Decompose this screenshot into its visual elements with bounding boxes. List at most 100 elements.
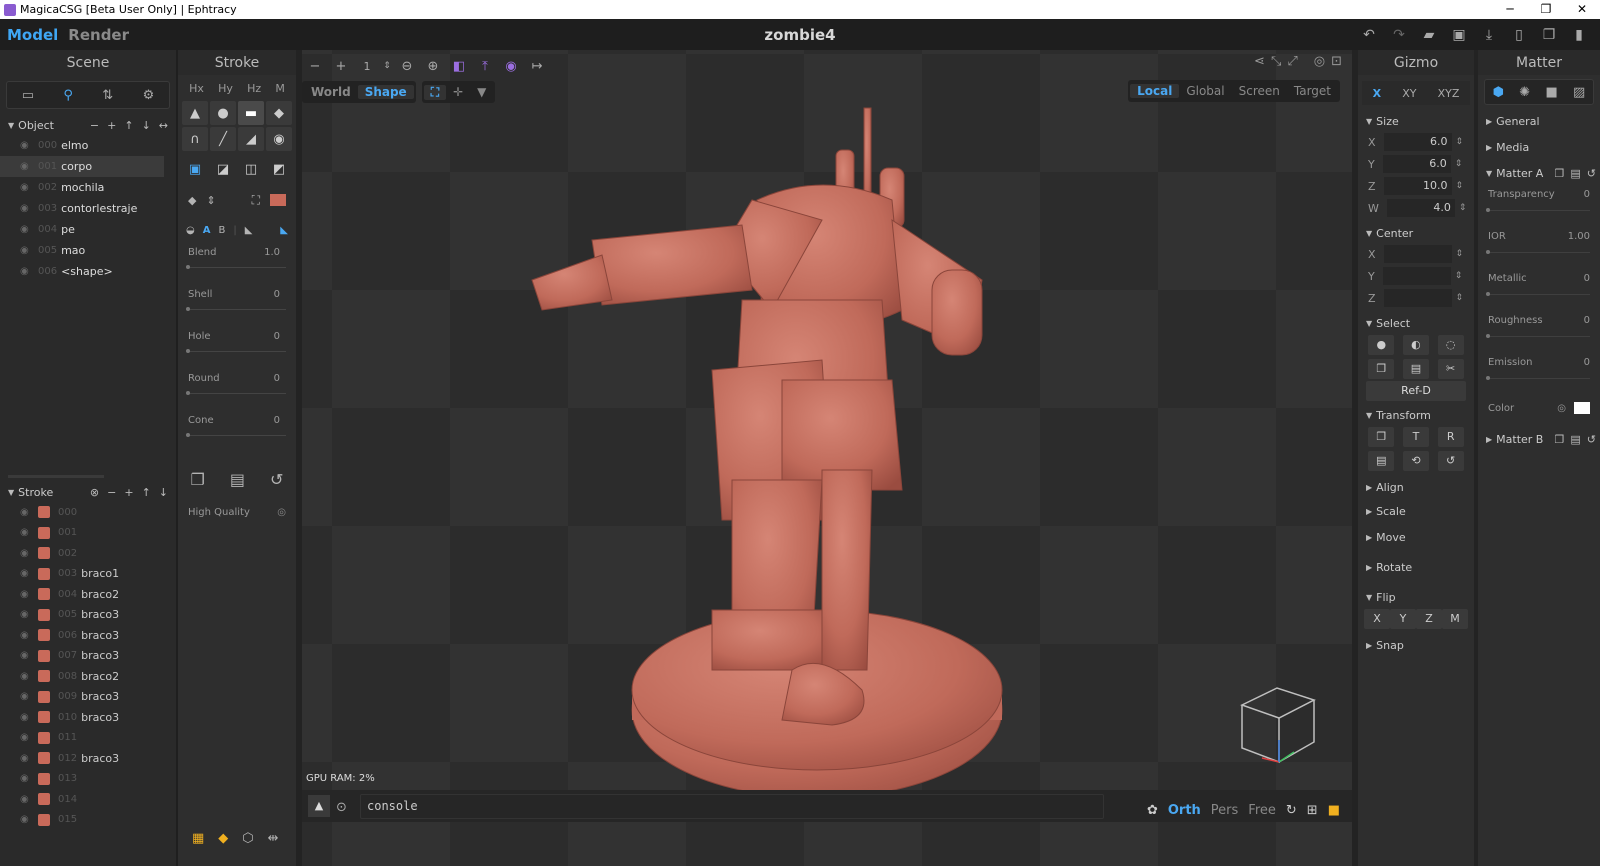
orth-button[interactable]: Orth [1168,803,1201,818]
prop-transparency[interactable]: Transparency 0 [1478,183,1600,225]
mirror-col-hx[interactable]: Hx [189,82,204,95]
copy-icon[interactable]: ❐ [191,470,205,489]
translate-button[interactable]: T [1402,427,1429,447]
stepper-arrows-icon[interactable]: ⇕ [1456,137,1464,147]
size-value-input[interactable]: 6.0 [1383,133,1452,151]
stroke-row[interactable]: ◉ 008 braco2 [0,666,176,687]
zoom-in-icon[interactable]: + [328,59,354,74]
paste-icon[interactable]: ▤ [1570,167,1580,180]
coord-local-button[interactable]: Local [1130,84,1180,98]
scene-scrollbar[interactable] [8,475,104,478]
shrink-icon[interactable]: ⤡ [1271,54,1281,69]
leaf-shape-icon[interactable]: ◢ [238,127,264,151]
eye-icon[interactable]: ◉ [20,527,32,538]
media-section[interactable]: ▶ Media [1478,137,1600,157]
eye-icon[interactable]: ◉ [20,568,32,579]
stroke-row[interactable]: ◉ 011 [0,728,176,749]
intersect-icon[interactable]: ◫ [238,157,264,181]
camera-icon[interactable]: ⊙ [336,800,347,815]
remove-icon[interactable]: − [107,486,116,499]
stepper-arrows-icon[interactable]: ⇕ [1455,271,1463,281]
color-swatch[interactable] [1574,402,1590,414]
box-view-icon[interactable]: ■ [1328,803,1340,818]
align-section[interactable]: ▶ Align [1358,477,1474,497]
copy-icon[interactable]: ❐ [1555,167,1565,180]
eye-icon[interactable]: ◉ [20,794,32,805]
add-icon[interactable]: + [107,119,116,132]
ref-d-button[interactable]: Ref-D [1366,381,1466,401]
size-value-input[interactable]: 6.0 [1382,155,1451,173]
eye-icon[interactable]: ◉ [20,691,32,702]
eye-icon[interactable]: ◉ [20,548,32,559]
transform-section-header[interactable]: ▼ Transform [1358,405,1474,425]
cube-icon[interactable]: ⬡ [242,831,253,846]
slider-blend[interactable]: Blend 1.0 [178,241,296,283]
add-icon[interactable]: + [124,486,133,499]
light-icon[interactable]: ✺ [1519,85,1530,100]
select-section-header[interactable]: ▼ Select [1358,313,1474,333]
stroke-row[interactable]: ◉ 000 [0,502,176,523]
prop-handle[interactable] [1486,376,1490,380]
pers-button[interactable]: Pers [1211,803,1239,818]
prop-handle[interactable] [1486,334,1490,338]
stroke-row[interactable]: ◉ 001 [0,523,176,544]
move-icon[interactable]: ✛ [446,85,470,99]
replace-icon[interactable]: ◩ [266,157,292,181]
delete-icon[interactable]: ▮ [1564,27,1594,43]
reset-icon[interactable]: ↺ [1437,451,1464,471]
tree-icon[interactable]: ⚲ [63,88,73,103]
reset-icon[interactable]: ↺ [1587,433,1596,446]
sort-icon[interactable]: ⇅ [102,88,113,103]
object-row[interactable]: ◉ 003 contorlestraje [0,198,176,219]
size-value-input[interactable]: 10.0 [1383,177,1452,195]
camera-icon[interactable]: ■ [1545,85,1557,100]
slider-cone[interactable]: Cone 0 [178,409,296,451]
blend-drop-icon[interactable]: ◒ [186,225,195,236]
console-input[interactable]: console [360,794,1104,819]
stroke-row[interactable]: ◉ 014 [0,789,176,810]
reset-icon[interactable]: ↺ [270,470,283,489]
eye-icon[interactable]: ◉ [20,671,32,682]
prop-emission[interactable]: Emission 0 [1478,351,1600,393]
prop-roughness[interactable]: Roughness 0 [1478,309,1600,351]
slider-handle[interactable] [186,349,190,353]
select-invert-icon[interactable]: ◐ [1402,335,1429,355]
line-shape-icon[interactable]: ╱ [210,127,236,151]
stroke-row[interactable]: ◉ 004 braco2 [0,584,176,605]
prop-ior[interactable]: IOR 1.00 [1478,225,1600,267]
select-all-icon[interactable]: ● [1368,335,1395,355]
high-quality-toggle[interactable]: ◎ [277,507,286,518]
target-icon[interactable]: ◉ [498,59,524,74]
general-section[interactable]: ▶ General [1478,111,1600,131]
move-section[interactable]: ▶ Move [1358,527,1474,547]
center-section-header[interactable]: ▼ Center [1358,223,1474,243]
stepper-arrows-icon[interactable]: ⇕ [1456,249,1464,259]
layout-icon[interactable]: ⊞ [1307,803,1318,818]
move-down-icon[interactable]: ↓ [142,119,151,132]
flip-section-header[interactable]: ▼ Flip [1358,587,1474,607]
paste-icon[interactable]: ▤ [230,470,245,489]
flip-x-button[interactable]: X [1364,609,1390,629]
stroke-row[interactable]: ◉ 007 braco3 [0,646,176,667]
mirror-col-hz[interactable]: Hz [247,82,261,95]
plus-circle-icon[interactable]: ⊕ [420,59,446,74]
object-row[interactable]: ◉ 005 mao [0,240,176,261]
layer-icon[interactable]: ◆ [218,831,228,846]
snap-section[interactable]: ▶ Snap [1358,635,1474,655]
move-up-icon[interactable]: ↑ [124,119,133,132]
paste-icon[interactable]: ▤ [1570,433,1580,446]
copy-file-icon[interactable]: ❐ [1534,27,1564,43]
center-value-input[interactable] [1383,245,1452,263]
size-value-input[interactable]: 4.0 [1386,199,1455,217]
image-icon[interactable]: ▨ [1573,85,1585,100]
prop-handle[interactable] [1486,250,1490,254]
clear-icon[interactable]: ⊗ [90,486,99,499]
material-icon[interactable]: ⬢ [1493,85,1504,100]
remove-icon[interactable]: − [90,119,99,132]
open-folder-icon[interactable]: ▰ [1414,27,1444,43]
subtract-icon[interactable]: ◪ [210,157,236,181]
object-row[interactable]: ◉ 002 mochila [0,177,176,198]
screenshot-icon[interactable]: ⊡ [1331,54,1342,69]
undo-icon[interactable]: ↶ [1354,27,1384,43]
stroke-color-swatch[interactable] [270,194,286,206]
